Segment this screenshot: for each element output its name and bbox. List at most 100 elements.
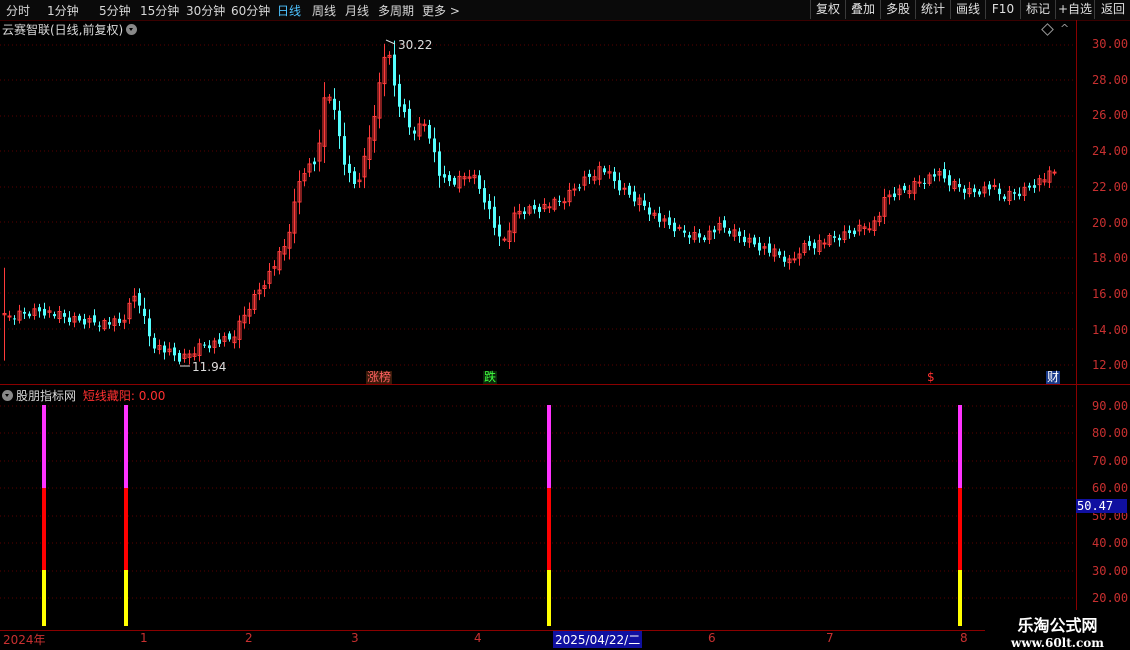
- candle-body: [483, 188, 486, 203]
- candle-body: [963, 188, 966, 193]
- indicator-tick: 80.00: [1092, 426, 1129, 440]
- candle-body: [348, 163, 351, 173]
- indicator-tick: 60.00: [1092, 481, 1129, 495]
- watermark: 乐淘公式网 www.60lt.com: [985, 610, 1130, 650]
- indicator-tick: 30.00: [1092, 564, 1129, 578]
- candle-body: [413, 130, 416, 134]
- candle-body: [558, 200, 561, 202]
- back-button[interactable]: 返回: [1094, 0, 1130, 19]
- candle-body: [867, 228, 872, 231]
- signal-bar-bottom: [958, 570, 962, 626]
- candle-body: [1018, 193, 1021, 197]
- candle-body: [443, 174, 446, 178]
- price-tick: 26.00: [1092, 108, 1129, 122]
- watermark-title: 乐淘公式网: [1017, 616, 1098, 635]
- candle-body: [723, 220, 726, 228]
- candle-body: [428, 125, 431, 139]
- candle-body: [572, 188, 577, 191]
- f10-button[interactable]: F10: [985, 0, 1020, 19]
- candle-body: [68, 317, 71, 323]
- candle-body: [628, 185, 631, 195]
- adjust-button[interactable]: 复权: [810, 0, 845, 19]
- period-tab-15min[interactable]: 15分钟: [140, 2, 179, 19]
- candle-body: [848, 230, 851, 233]
- mark-button[interactable]: 标记: [1020, 0, 1055, 19]
- candle-body: [28, 313, 31, 317]
- candle-body: [613, 171, 616, 182]
- candle-body: [493, 206, 496, 228]
- signal-bar-mid: [958, 488, 962, 570]
- candle-body: [98, 325, 101, 327]
- period-tab-weekly[interactable]: 周线: [312, 2, 336, 19]
- candle-body: [1028, 185, 1031, 188]
- candle-body: [768, 243, 771, 253]
- period-tab-more[interactable]: 更多 >: [422, 2, 460, 19]
- event-marker-dollar[interactable]: $: [926, 371, 936, 384]
- event-marker-limit-up[interactable]: 涨榜: [366, 371, 393, 384]
- period-tab-1min[interactable]: 1分钟: [47, 2, 79, 19]
- period-tab-30min[interactable]: 30分钟: [186, 2, 225, 19]
- candle-body: [338, 110, 341, 137]
- period-tab-60min[interactable]: 60分钟: [231, 2, 270, 19]
- candle-body: [408, 108, 411, 128]
- candle-body: [138, 293, 141, 306]
- watermark-url: www.60lt.com: [1011, 636, 1104, 650]
- candle-body: [398, 83, 401, 107]
- candle-body: [988, 184, 991, 190]
- period-tab-multi[interactable]: 多周期: [378, 2, 414, 19]
- panel-divider: [0, 384, 1130, 385]
- candle-body: [903, 185, 906, 191]
- candle-body: [923, 182, 926, 184]
- candle-body: [208, 345, 211, 349]
- candle-body: [178, 352, 181, 362]
- multi-stock-button[interactable]: 多股: [880, 0, 915, 19]
- candle-body: [578, 187, 581, 189]
- candle-body: [808, 241, 811, 246]
- candle-body: [603, 168, 606, 173]
- low-price-marker: 11.94: [192, 360, 227, 374]
- candle-body: [728, 230, 731, 234]
- candle-body: [108, 322, 111, 325]
- candle-body: [992, 185, 997, 187]
- candle-body: [668, 217, 671, 226]
- candle-body: [753, 237, 756, 245]
- candle-body: [838, 237, 841, 241]
- candle-body: [958, 184, 961, 188]
- candle-body: [973, 188, 976, 193]
- candle-body: [588, 173, 591, 177]
- date-axis-label: 3: [351, 631, 359, 645]
- candle-body: [1013, 192, 1016, 194]
- candle-body: [393, 54, 396, 86]
- price-axis-line: [1076, 20, 1077, 630]
- candle-body: [853, 230, 856, 235]
- top-toolbar: 分时 1分钟 5分钟 15分钟 30分钟 60分钟 日线 周线 月线 多周期 更…: [0, 0, 1130, 21]
- candle-body: [118, 318, 121, 323]
- candle-body: [228, 333, 231, 340]
- candle-body: [1003, 196, 1006, 199]
- candle-body: [403, 104, 406, 113]
- candle-body: [943, 169, 946, 179]
- statistics-button[interactable]: 统计: [915, 0, 950, 19]
- signal-bar-bottom: [547, 570, 551, 626]
- event-marker-drop[interactable]: 跌: [483, 371, 498, 384]
- signal-bar-top: [42, 405, 46, 488]
- date-axis-label: 1: [140, 631, 148, 645]
- candle-body: [313, 161, 316, 165]
- period-tab-monthly[interactable]: 月线: [345, 2, 369, 19]
- overlay-button[interactable]: 叠加: [845, 0, 880, 19]
- period-tab-daily[interactable]: 日线: [277, 2, 301, 19]
- candle-body: [143, 308, 146, 316]
- candle-body: [778, 251, 781, 256]
- candle-body: [633, 191, 636, 202]
- candle-body: [448, 175, 451, 182]
- draw-line-button[interactable]: 画线: [950, 0, 985, 19]
- add-favorite-button[interactable]: +自选: [1055, 0, 1094, 19]
- period-tab-5min[interactable]: 5分钟: [99, 2, 131, 19]
- period-tab-timeshare[interactable]: 分时: [6, 2, 30, 19]
- event-marker-finance[interactable]: 财: [1046, 371, 1061, 384]
- candle-body: [203, 344, 206, 346]
- candle-body: [743, 236, 746, 243]
- candle-body: [173, 347, 176, 356]
- price-tick: 16.00: [1092, 287, 1129, 301]
- candle-body: [53, 314, 56, 317]
